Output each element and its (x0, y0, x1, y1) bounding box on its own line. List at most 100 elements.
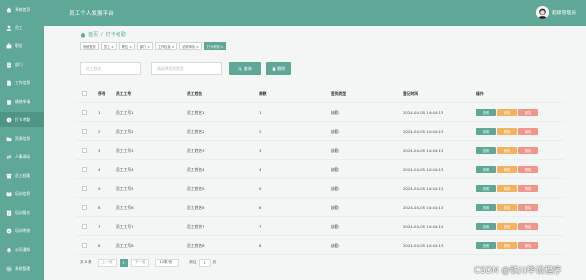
sidebar-item-department[interactable]: 部门 (0, 57, 44, 72)
row-checkbox[interactable] (82, 224, 87, 229)
cell-login-time: 2024-04-05 14:44:13 (403, 148, 444, 153)
cell-sign-type: 缺勤 (331, 109, 339, 115)
tag-home[interactable]: 系统首页 (80, 42, 99, 50)
watermark: CSDN @铁川毕设程序 (474, 266, 562, 276)
delete-button[interactable]: 删除 (518, 166, 538, 173)
delete-button[interactable]: 删除 (518, 128, 538, 135)
avatar[interactable] (536, 6, 549, 19)
tag-department[interactable]: 部门 × (136, 42, 153, 50)
col-emp-name[interactable]: 员工姓名 (187, 84, 202, 103)
table-row: 6 员工工号6 员工姓名6 6 缺勤 2024-04-05 14:44:13 查… (76, 198, 564, 217)
delete-button[interactable]: 删除 (518, 223, 538, 230)
sidebar-item-training-exam[interactable]: 培训考核 (0, 223, 44, 238)
col-sign-type[interactable]: 签到类型 (331, 84, 346, 103)
view-button[interactable]: 查看 (476, 185, 496, 192)
tag-employee[interactable]: 员工 × (100, 42, 117, 50)
cell-emp-no: 员工工号2 (116, 128, 134, 134)
col-index: 序号 (98, 90, 106, 96)
view-button[interactable]: 查看 (476, 128, 496, 135)
sidebar-item-attendance[interactable]: 打卡考勤 (0, 112, 44, 127)
employee-name-input[interactable]: 员工姓名 (80, 62, 141, 75)
sidebar-item-performance[interactable]: 绩效申请 (0, 94, 44, 109)
row-checkbox[interactable] (82, 205, 87, 210)
tag-position[interactable]: 职位 × (118, 42, 135, 50)
edit-button[interactable]: 修改 (497, 166, 517, 173)
edit-button[interactable]: 修改 (497, 147, 517, 154)
breadcrumb: 首页 / 打卡考勤 (80, 31, 126, 38)
sidebar-item-transfer[interactable]: 人事调动 (0, 149, 44, 164)
next-page-button[interactable]: 下一页 (130, 258, 150, 267)
delete-button[interactable]: 删除 (518, 147, 538, 154)
sidebar-item-home[interactable]: 系统首页 (0, 2, 44, 17)
sidebar-item-position[interactable]: 职位 (0, 38, 44, 53)
view-button[interactable]: 查看 (476, 242, 496, 249)
clipboard-icon (6, 98, 12, 105)
user-name[interactable]: 超级管理员 (552, 9, 576, 16)
row-checkbox[interactable] (82, 167, 87, 172)
delete-button[interactable]: 删除 (518, 185, 538, 192)
cell-emp-no: 员工工号5 (116, 185, 134, 191)
row-checkbox[interactable] (82, 148, 87, 153)
sidebar-item-label: 职位 (15, 42, 23, 48)
edit-button[interactable]: 修改 (497, 185, 517, 192)
table-row: 1 员工工号1 员工姓名1 1 缺勤 2024-04-05 14:44:13 查… (76, 103, 564, 122)
page-number-current[interactable]: 1 (119, 258, 128, 267)
row-checkbox[interactable] (82, 129, 87, 134)
tag-attendance[interactable]: 打卡考勤 × (203, 42, 227, 50)
edit-label: 修改 (503, 111, 511, 115)
delete-label: 删除 (524, 225, 532, 229)
view-button[interactable]: 查看 (476, 223, 496, 230)
edit-button[interactable]: 修改 (497, 204, 517, 211)
sign-type-placeholder: 请选择签到类型 (157, 65, 184, 71)
cell-week: 2 (259, 129, 262, 134)
delete-button[interactable]: 删除 (518, 204, 538, 211)
edit-button[interactable]: 修改 (497, 128, 517, 135)
sidebar-item-resource[interactable]: 资源信息 (0, 131, 44, 146)
breadcrumb-home[interactable]: 首页 (88, 31, 98, 38)
view-button[interactable]: 查看 (476, 109, 496, 116)
view-button[interactable]: 查看 (476, 147, 496, 154)
archive-icon (6, 173, 12, 179)
edit-button[interactable]: 修改 (497, 242, 517, 249)
cell-emp-name: 员工姓名5 (187, 185, 205, 191)
delete-button[interactable]: 删除 (518, 109, 538, 116)
sidebar-item-label: 工作信息 (15, 79, 31, 85)
sidebar-item-training-signup[interactable]: 培训报名 (0, 205, 44, 220)
sidebar-item-archive[interactable]: 员工档案 (0, 168, 44, 183)
sidebar-item-label: 系统首页 (15, 6, 31, 12)
edit-button[interactable]: 修改 (497, 223, 517, 230)
delete-button[interactable]: 删除 (518, 242, 538, 249)
prev-page-button[interactable]: 上一页 (97, 258, 117, 267)
form-icon (6, 210, 12, 216)
tag-performance[interactable]: 绩效申请 × (179, 42, 202, 50)
sign-type-select[interactable]: 请选择签到类型 (151, 62, 222, 75)
bell-icon (6, 247, 12, 253)
view-button[interactable]: 查看 (476, 204, 496, 211)
home-icon (80, 32, 86, 38)
col-week[interactable]: 周数 (259, 84, 267, 103)
sidebar-item-employee[interactable]: 员工 (0, 20, 44, 35)
sidebar-item-system[interactable]: 系统管理 (0, 261, 44, 276)
sidebar-item-training[interactable]: 培训信息 (0, 186, 44, 201)
goto-page-input[interactable]: 1 (198, 258, 211, 267)
batch-delete-button[interactable]: 删除 (266, 62, 291, 75)
page-size-select[interactable]: 10条/页 (155, 258, 180, 267)
cell-sign-type: 缺勤 (331, 147, 339, 153)
row-checkbox[interactable] (82, 110, 87, 115)
col-login-time[interactable]: 登记时间 (403, 84, 418, 103)
search-button[interactable]: 查询 (229, 62, 261, 75)
edit-button[interactable]: 修改 (497, 109, 517, 116)
select-all-checkbox[interactable] (82, 91, 87, 96)
cell-sign-type: 缺勤 (331, 242, 339, 248)
col-emp-no[interactable]: 员工工号 (116, 84, 131, 103)
sidebar-item-notice[interactable]: 公司通知 (0, 242, 44, 257)
row-checkbox[interactable] (82, 243, 87, 248)
view-button[interactable]: 查看 (476, 166, 496, 173)
goto-suffix: 页 (212, 260, 217, 264)
tag-work-info[interactable]: 工作信息 × (154, 42, 178, 50)
sidebar-item-work-info[interactable]: 工作信息 (0, 75, 44, 90)
row-actions: 查看 修改 删除 (476, 141, 539, 160)
pagination: 共 8 条 上一页 1 下一页 10条/页 前往 1 页 (80, 258, 216, 267)
sidebar: 系统首页 员工 职位 部门 工作信息 绩效申请 打卡考勤 资源信息 人事调动 员… (0, 0, 44, 280)
row-checkbox[interactable] (82, 186, 87, 191)
